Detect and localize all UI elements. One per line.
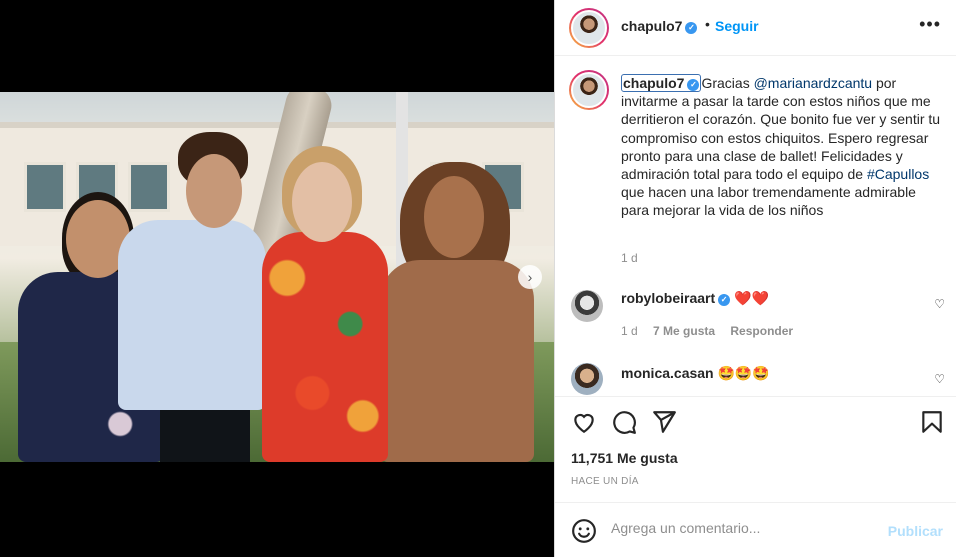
- verified-badge-icon: ✓: [718, 294, 731, 306]
- comment-icon[interactable]: [611, 409, 637, 435]
- post-actions: [555, 396, 956, 446]
- commenter-username[interactable]: robylobeiraart ✓: [621, 290, 731, 306]
- add-comment-bar: Publicar: [555, 502, 956, 557]
- like-comment-heart-icon[interactable]: ♡: [934, 297, 945, 311]
- next-slide-button[interactable]: ›: [518, 265, 542, 289]
- publish-button[interactable]: Publicar: [888, 523, 943, 539]
- commenter-avatar[interactable]: [571, 363, 603, 395]
- comment-text: 🤩🤩🤩: [717, 365, 770, 381]
- comment-time[interactable]: 1 d: [621, 324, 638, 338]
- caption-avatar[interactable]: [569, 70, 609, 110]
- comment-text: ❤️❤️: [734, 290, 769, 306]
- commenter-avatar[interactable]: [571, 290, 603, 322]
- bookmark-icon[interactable]: [919, 409, 945, 435]
- photo-window: [128, 162, 170, 212]
- post-media: ›: [0, 0, 554, 557]
- post-side-panel: chapulo7 ✓ • Seguir ••• chapulo7 ✓ Gracias …: [554, 0, 956, 557]
- verified-badge-icon: ✓: [687, 79, 700, 91]
- comment-input[interactable]: [611, 520, 871, 536]
- comment-item: monica.casan 🤩🤩🤩 ♡: [555, 0, 956, 395]
- share-icon[interactable]: [651, 409, 677, 435]
- like-comment-heart-icon[interactable]: ♡: [934, 372, 945, 386]
- post-timestamp[interactable]: HACE UN DÍA: [571, 476, 639, 487]
- reply-button[interactable]: Responder: [730, 324, 793, 338]
- mention-link[interactable]: @marianardzcantu: [754, 75, 873, 91]
- caption-username[interactable]: chapulo7 ✓: [621, 74, 702, 92]
- likes-count[interactable]: 11,751 Me gusta: [571, 450, 678, 466]
- post-caption: chapulo7 ✓ Gracias @marianardzcantu por in…: [621, 74, 941, 219]
- post-photo[interactable]: [0, 92, 554, 462]
- comment-likes[interactable]: 7 Me gusta: [653, 324, 715, 338]
- caption-timestamp[interactable]: 1 d: [621, 251, 638, 265]
- photo-window: [24, 162, 66, 212]
- hashtag-link[interactable]: #Capullos: [867, 166, 929, 182]
- emoji-icon[interactable]: [571, 518, 597, 544]
- chevron-right-icon: ›: [527, 269, 533, 285]
- commenter-username[interactable]: monica.casan: [621, 365, 714, 381]
- comment-meta: 1 d 7 Me gusta Responder: [621, 324, 793, 338]
- heart-icon[interactable]: [571, 409, 597, 435]
